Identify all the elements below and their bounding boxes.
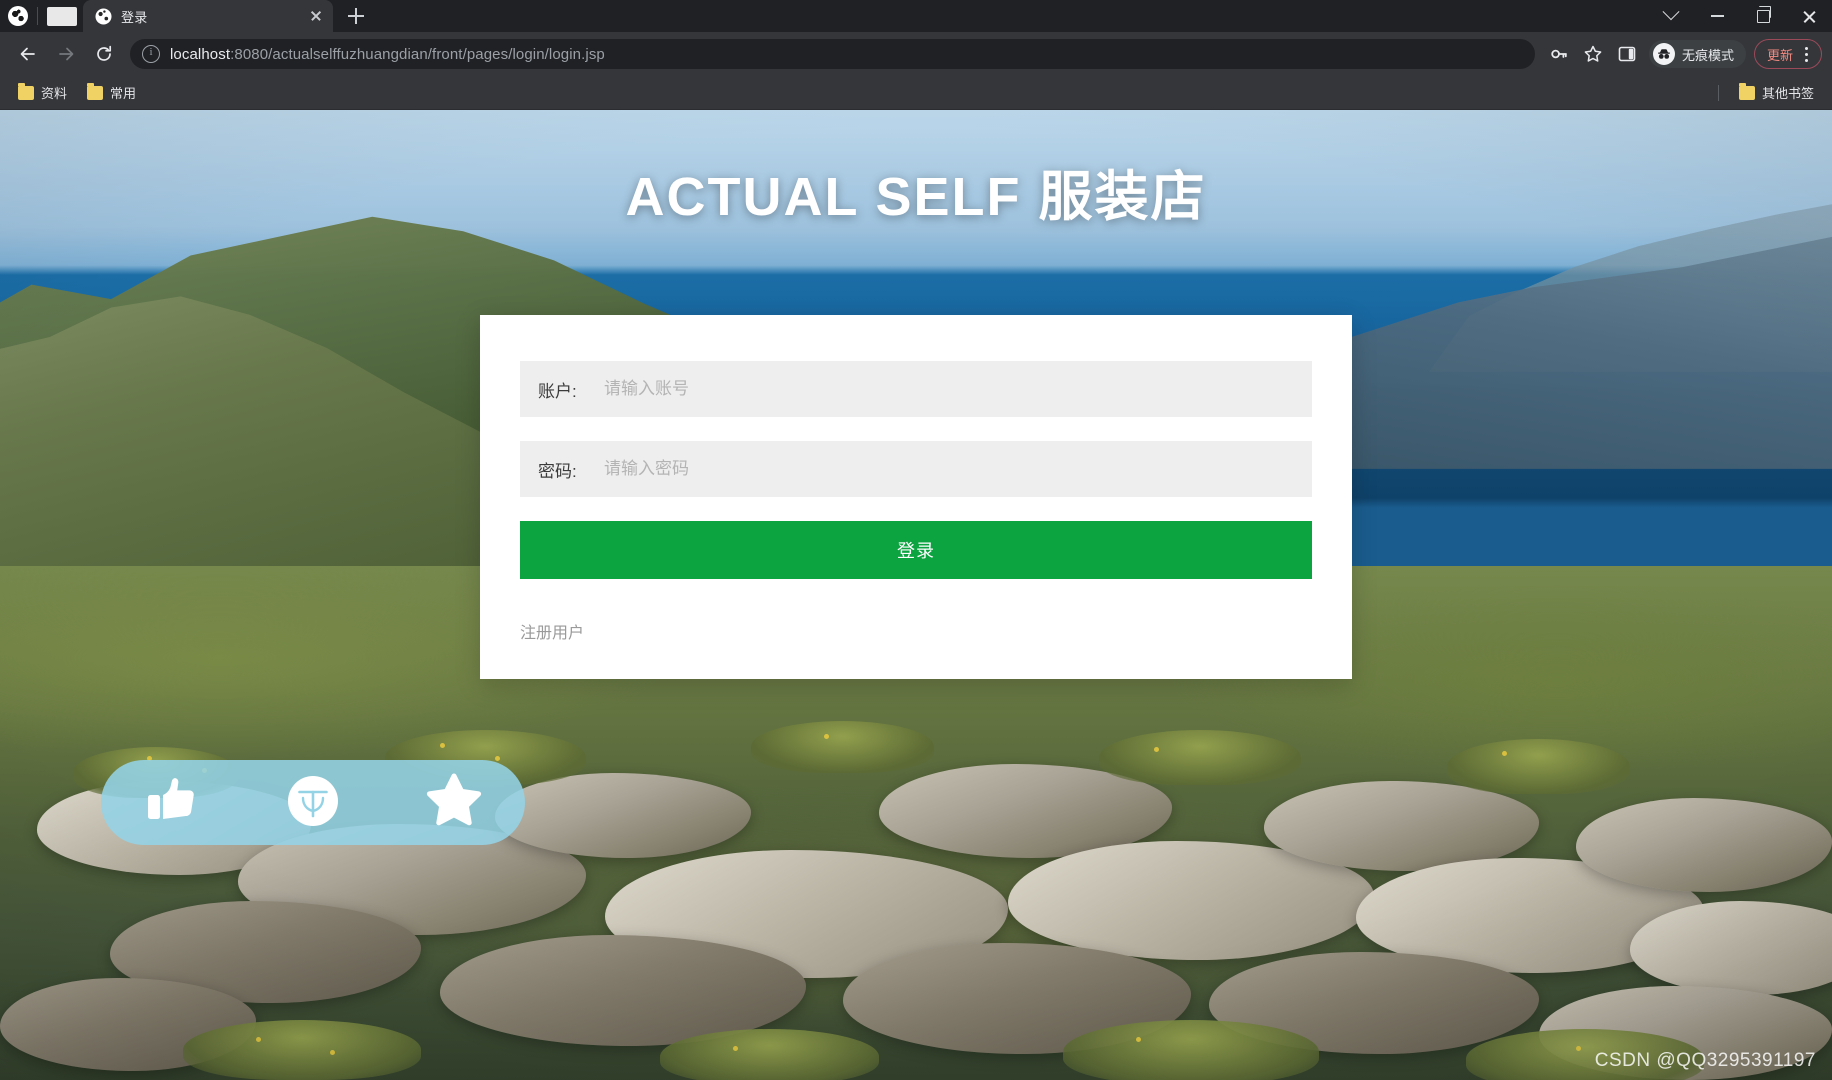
- divider: [1717, 84, 1719, 101]
- incognito-icon: [1652, 43, 1675, 65]
- url-path: :8080/actualselffuzhuangdian/front/pages…: [230, 45, 605, 63]
- folder-icon: [87, 82, 104, 100]
- bookmark-label: 常用: [110, 86, 137, 101]
- folder-icon: [18, 82, 34, 100]
- maximize-button[interactable]: [1740, 0, 1786, 32]
- folder-icon: [1738, 82, 1755, 100]
- password-input[interactable]: [596, 441, 1294, 497]
- back-arrow-icon: [20, 47, 35, 61]
- other-bookmarks-button[interactable]: 其他书签: [1731, 79, 1822, 106]
- tab-strip: 登录: [0, 0, 1832, 32]
- incognito-profile-chip[interactable]: 无痕模式: [1648, 40, 1746, 68]
- new-tab-button[interactable]: [341, 1, 371, 31]
- other-bookmarks-label: 其他书签: [1761, 86, 1814, 101]
- account-input[interactable]: [596, 361, 1294, 417]
- floating-action-pill: [101, 760, 525, 845]
- key-icon: [1551, 49, 1567, 59]
- forward-button[interactable]: [48, 36, 84, 72]
- collapse-button[interactable]: [1648, 0, 1694, 32]
- minimize-button[interactable]: [1694, 0, 1740, 32]
- bookmark-star-button[interactable]: [1577, 38, 1609, 70]
- reload-button[interactable]: [86, 36, 122, 72]
- thumbs-up-icon: [147, 777, 194, 819]
- globe-icon: [8, 6, 28, 26]
- password-field-row: 密码:: [520, 441, 1312, 497]
- watermark: CSDN @QQ3295391197: [1594, 1050, 1816, 1071]
- back-button[interactable]: [10, 36, 46, 72]
- register-link[interactable]: 注册用户: [520, 619, 584, 643]
- forward-arrow-icon: [59, 47, 74, 61]
- browser-toolbar: localhost:8080/actualselffuzhuangdian/fr…: [0, 32, 1832, 76]
- chevron-down-icon: [1662, 3, 1680, 21]
- reload-icon: [97, 45, 112, 61]
- tabstrip-left-icons: [8, 0, 83, 32]
- url-host: localhost: [170, 45, 231, 63]
- info-icon[interactable]: [142, 45, 160, 63]
- bookmark-label: 资料: [41, 86, 68, 101]
- browser-tab[interactable]: 登录: [83, 0, 333, 32]
- divider: [37, 7, 38, 25]
- close-window-button[interactable]: [1786, 0, 1832, 32]
- tab-search-icon[interactable]: [47, 6, 77, 26]
- other-bookmarks-group: 其他书签: [1717, 79, 1822, 106]
- update-button[interactable]: 更新: [1753, 39, 1822, 69]
- account-label: 账户:: [538, 381, 577, 401]
- bookmark-item-changyong[interactable]: 常用: [79, 79, 144, 106]
- globe-icon: [95, 8, 112, 25]
- tab-title: 登录: [121, 9, 148, 25]
- side-panel-icon: [1618, 46, 1636, 62]
- login-card: 账户: 密码: 登录 注册用户: [480, 315, 1352, 679]
- kebab-menu-icon[interactable]: [1795, 42, 1817, 66]
- page-title: ACTUAL SELF 服装店: [625, 167, 1207, 227]
- login-button[interactable]: 登录: [520, 521, 1312, 579]
- update-label: 更新: [1766, 47, 1793, 63]
- page-viewport: ACTUAL SELF 服装店 账户: 密码: 登录 注册用户: [0, 110, 1832, 1080]
- bookmarks-bar: 资料 常用 其他书签: [0, 76, 1832, 110]
- coin-icon: [287, 775, 338, 826]
- minimize-icon: [1710, 15, 1724, 17]
- password-key-button[interactable]: [1543, 38, 1575, 70]
- account-field-row: 账户:: [520, 361, 1312, 417]
- maximize-icon: [1756, 6, 1771, 23]
- close-tab-icon[interactable]: [307, 7, 325, 25]
- star-icon: [1584, 45, 1602, 62]
- bookmark-item-ziliao[interactable]: 资料: [10, 79, 75, 106]
- coin-button[interactable]: [277, 773, 349, 833]
- url-text: localhost:8080/actualselffuzhuangdian/fr…: [170, 46, 605, 63]
- close-icon: [1802, 9, 1817, 24]
- favorite-star-button[interactable]: [418, 773, 490, 833]
- address-bar[interactable]: localhost:8080/actualselffuzhuangdian/fr…: [130, 39, 1535, 69]
- password-label: 密码:: [538, 461, 577, 481]
- thumbs-up-button[interactable]: [136, 773, 208, 833]
- browser-window: 登录 loc: [0, 0, 1832, 1080]
- window-controls: [1648, 0, 1832, 32]
- side-panel-button[interactable]: [1611, 38, 1643, 70]
- background-rocks: [0, 653, 1832, 1080]
- incognito-label: 无痕模式: [1681, 47, 1734, 63]
- star-icon: [427, 773, 482, 825]
